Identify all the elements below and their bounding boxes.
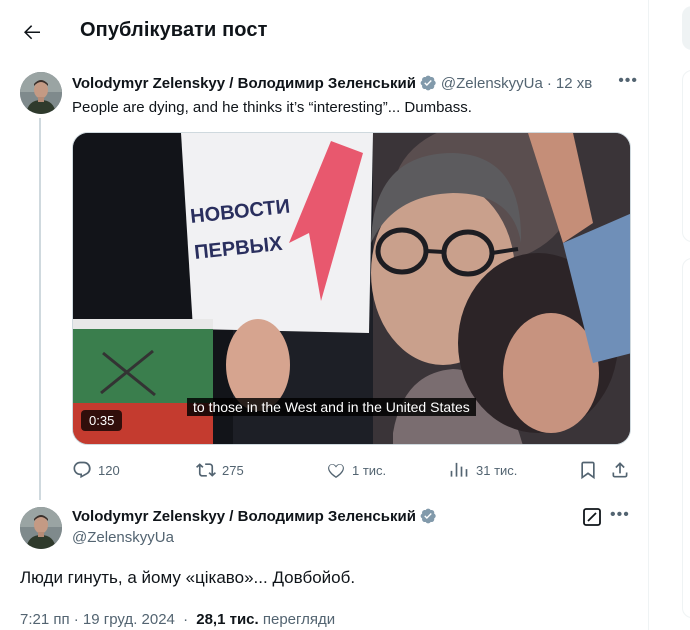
views-count: 28,1 тис. bbox=[196, 611, 259, 628]
more-options-button[interactable]: ••• bbox=[618, 72, 638, 90]
page-header: Опублікувати пост bbox=[0, 0, 650, 62]
back-button[interactable] bbox=[20, 20, 44, 44]
post-time[interactable]: 12 хв bbox=[556, 75, 592, 92]
repost-button[interactable]: 275 bbox=[196, 458, 244, 482]
analytics-icon bbox=[450, 462, 468, 477]
avatar[interactable] bbox=[20, 72, 62, 114]
video-subtitle: to those in the West and in the United S… bbox=[187, 398, 476, 416]
video-duration: 0:35 bbox=[81, 410, 123, 431]
author-handle[interactable]: @ZelenskyyUa bbox=[72, 529, 174, 546]
heart-icon bbox=[328, 463, 344, 478]
like-count: 1 тис. bbox=[352, 462, 387, 478]
post-metadata: 7:21 пп · 19 груд. 2024 · 28,1 тис. пере… bbox=[20, 611, 335, 628]
quoted-post-text: People are dying, and he thinks it’s “in… bbox=[72, 99, 472, 116]
page-title: Опублікувати пост bbox=[80, 19, 268, 41]
avatar[interactable] bbox=[20, 507, 62, 549]
reply-count: 120 bbox=[98, 462, 120, 478]
separator-dot: · bbox=[546, 74, 552, 92]
sidebar-card-edge bbox=[682, 70, 690, 242]
thread-line bbox=[39, 118, 41, 500]
main-post-author: Volodymyr Zelenskyy / Володимир Зеленськ… bbox=[72, 507, 437, 525]
main-post-text: Люди гинуть, а йому «цікаво»... Довбойоб… bbox=[20, 568, 356, 587]
bookmark-button[interactable] bbox=[578, 458, 604, 482]
repost-icon bbox=[196, 463, 216, 477]
bookmark-icon bbox=[581, 461, 595, 480]
sidebar-card-edge bbox=[682, 258, 690, 618]
views-button[interactable]: 31 тис. bbox=[450, 458, 517, 482]
repost-count: 275 bbox=[222, 462, 244, 478]
post-timestamp[interactable]: 7:21 пп · 19 груд. 2024 bbox=[20, 611, 175, 628]
author-name[interactable]: Volodymyr Zelenskyy / Володимир Зеленськ… bbox=[72, 508, 416, 525]
share-icon bbox=[612, 462, 628, 478]
column-divider bbox=[648, 0, 649, 630]
share-button[interactable] bbox=[610, 458, 636, 482]
reply-icon bbox=[73, 461, 91, 479]
like-button[interactable]: 1 тис. bbox=[326, 458, 386, 482]
grok-button[interactable] bbox=[582, 507, 602, 527]
separator-dot: · bbox=[183, 611, 189, 628]
video-player[interactable]: НОВОСТИ ПЕРВЫХ to those in the West and … bbox=[72, 132, 631, 445]
arrow-left-icon bbox=[24, 25, 40, 40]
views-label: перегляди bbox=[262, 611, 336, 628]
grok-icon bbox=[583, 508, 601, 526]
author-name[interactable]: Volodymyr Zelenskyy / Володимир Зеленськ… bbox=[72, 75, 416, 92]
views-count: 31 тис. bbox=[476, 462, 518, 478]
verified-badge-icon bbox=[420, 508, 436, 524]
post-actions: 120 275 1 тис. 31 тис. bbox=[72, 458, 634, 482]
quoted-post-header: Volodymyr Zelenskyy / Володимир Зеленськ… bbox=[72, 72, 640, 94]
reply-button[interactable]: 120 bbox=[72, 458, 120, 482]
search-box-edge[interactable] bbox=[682, 6, 690, 50]
author-handle[interactable]: @ZelenskyyUa bbox=[441, 75, 543, 92]
verified-badge-icon bbox=[420, 75, 436, 91]
more-options-button[interactable]: ••• bbox=[610, 506, 630, 524]
